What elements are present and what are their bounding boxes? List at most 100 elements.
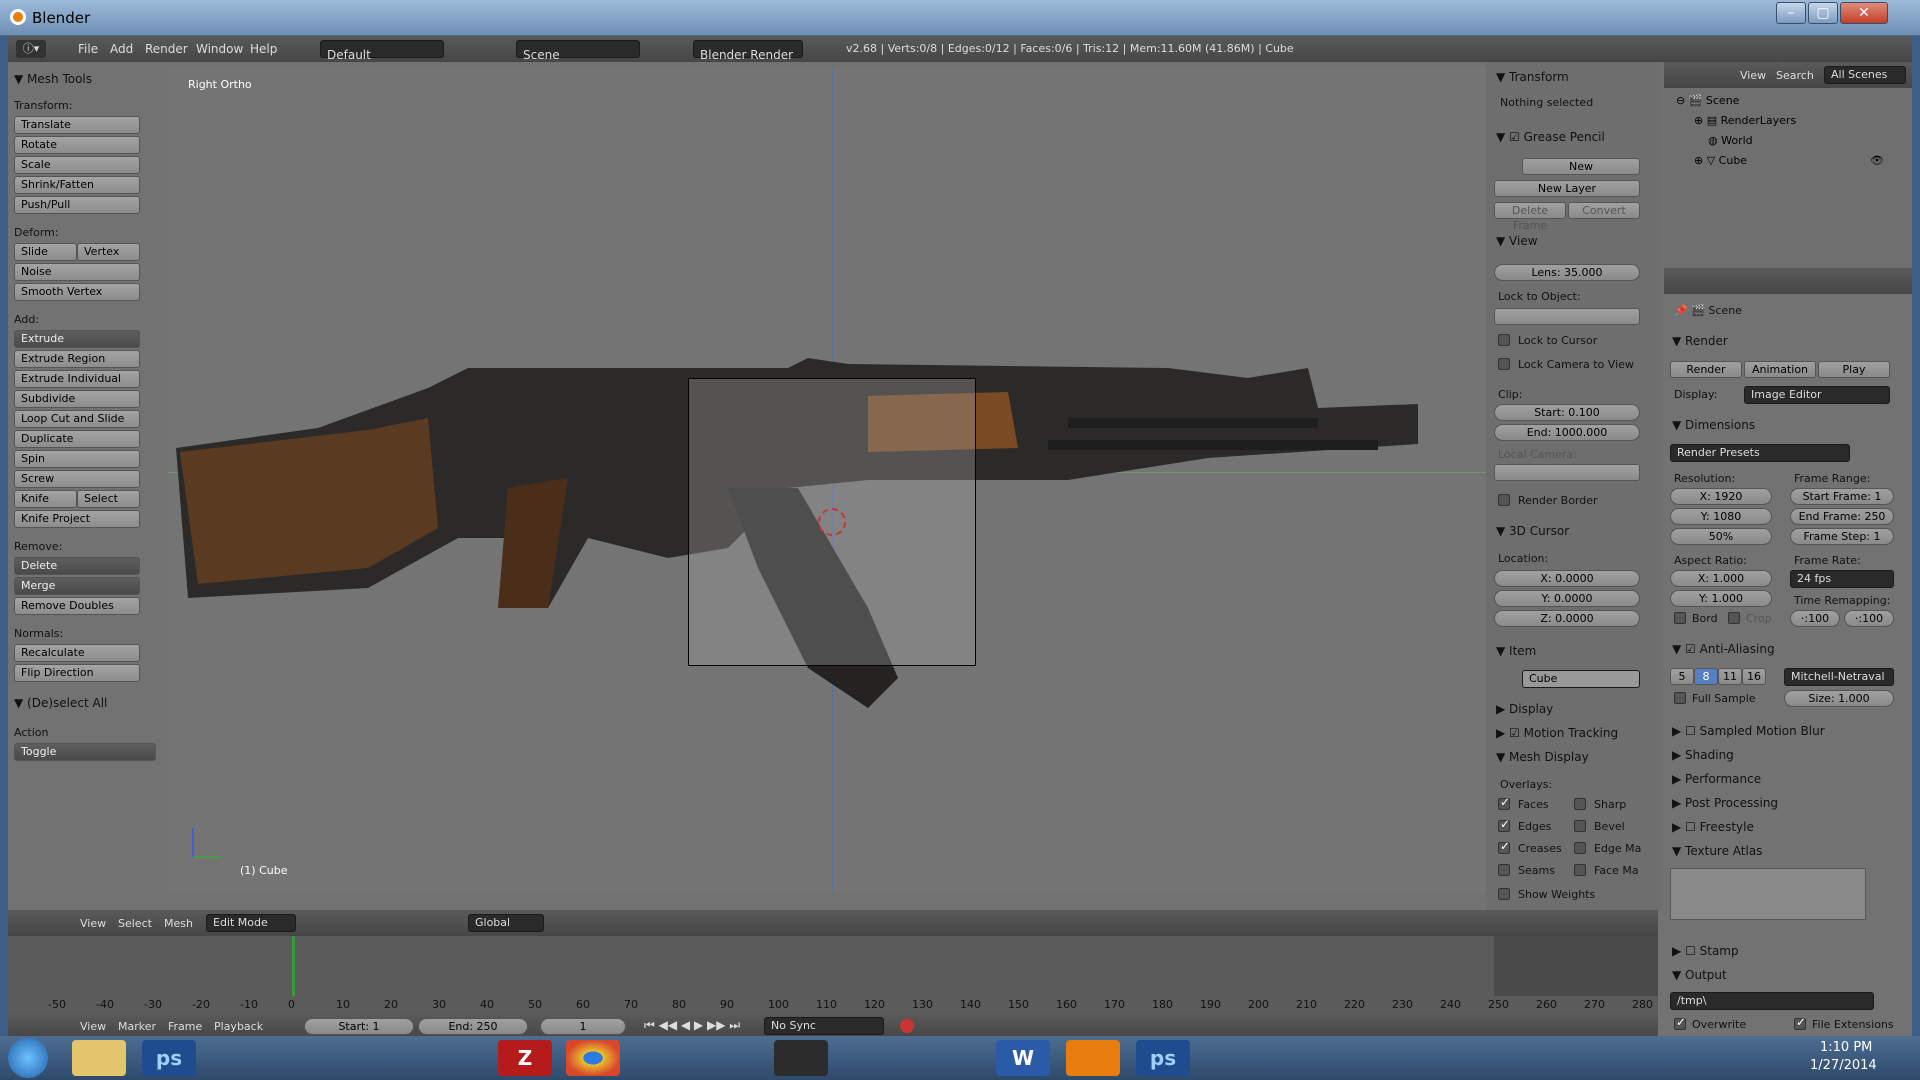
show-weights-checkbox[interactable] (1498, 888, 1510, 900)
mode-select[interactable]: Edit Mode (206, 914, 296, 932)
lens-field[interactable]: Lens: 35.000 (1494, 264, 1640, 281)
outliner-cube-row[interactable]: ⊕ ▽ Cube (1694, 154, 1747, 167)
mesh-menu[interactable]: Mesh (164, 917, 193, 930)
texture-atlas-header[interactable]: ▼ Texture Atlas (1672, 844, 1762, 858)
border-checkbox[interactable] (1674, 612, 1686, 624)
menu-add[interactable]: Add (110, 42, 133, 56)
display-select[interactable]: Image Editor (1744, 386, 1890, 404)
animation-button[interactable]: Animation (1744, 361, 1816, 378)
freestyle-header[interactable]: ▶ ☐ Freestyle (1672, 820, 1754, 834)
minimize-button[interactable]: – (1776, 2, 1806, 24)
smooth-vertex-button[interactable]: Smooth Vertex (14, 283, 140, 301)
photoshop-elements-icon[interactable]: ps (142, 1040, 196, 1076)
render-button[interactable]: Render (1670, 361, 1742, 378)
merge-menu[interactable]: Merge (14, 577, 140, 595)
explorer-icon[interactable] (72, 1040, 126, 1076)
delete-menu[interactable]: Delete (14, 557, 140, 575)
shading-header[interactable]: ▶ Shading (1672, 748, 1734, 762)
recalculate-button[interactable]: Recalculate (14, 644, 140, 662)
texture-atlas-list[interactable] (1670, 868, 1866, 920)
3d-viewport[interactable]: Right Ortho (1) Cube (168, 68, 1486, 892)
scale-button[interactable]: Scale (14, 156, 140, 174)
output-header[interactable]: ▼ Output (1672, 968, 1727, 982)
start-field[interactable]: Start: 1 (304, 1018, 414, 1035)
outliner-world-row[interactable]: ◍ World (1708, 134, 1753, 147)
menu-help[interactable]: Help (250, 42, 277, 56)
start-button-icon[interactable] (8, 1038, 48, 1078)
dimensions-header[interactable]: ▼ Dimensions (1672, 418, 1755, 432)
menu-file[interactable]: File (78, 42, 98, 56)
select-menu[interactable]: Select (118, 917, 152, 930)
creases-checkbox[interactable] (1498, 839, 1510, 854)
post-processing-header[interactable]: ▶ Post Processing (1672, 796, 1778, 810)
transform-panel-header[interactable]: ▼ Transform (1496, 70, 1569, 84)
outliner-scene-row[interactable]: ⊖ 🎬 Scene (1676, 94, 1739, 107)
end-frame-field[interactable]: End Frame: 250 (1790, 508, 1894, 525)
aa-11-button[interactable]: 11 (1718, 668, 1742, 685)
current-frame-field[interactable]: 1 (540, 1018, 626, 1035)
noise-button[interactable]: Noise (14, 263, 140, 281)
flip-direction-button[interactable]: Flip Direction (14, 664, 140, 682)
motion-tracking-header[interactable]: ▶ ☑ Motion Tracking (1496, 726, 1618, 740)
output-path-field[interactable]: /tmp\ (1670, 992, 1874, 1010)
spin-button[interactable]: Spin (14, 450, 140, 468)
aspect-y-field[interactable]: Y: 1.000 (1670, 590, 1772, 607)
faces-checkbox[interactable] (1498, 795, 1510, 810)
grease-pencil-header[interactable]: ▼ ☑ Grease Pencil (1496, 130, 1605, 144)
frame-step-field[interactable]: Frame Step: 1 (1790, 528, 1894, 545)
clip-end-field[interactable]: End: 1000.000 (1494, 424, 1640, 441)
marker-menu[interactable]: Marker (118, 1020, 156, 1033)
start-frame-field[interactable]: Start Frame: 1 (1790, 488, 1894, 505)
edge-marks-checkbox[interactable] (1574, 842, 1586, 854)
remap-new-field[interactable]: ·:100 (1844, 610, 1894, 627)
file-extensions-checkbox[interactable] (1794, 1015, 1806, 1030)
bevel-checkbox[interactable] (1574, 820, 1586, 832)
blender-taskbar-icon[interactable] (1066, 1040, 1120, 1076)
filezilla-icon[interactable]: Z (498, 1040, 552, 1076)
duplicate-button[interactable]: Duplicate (14, 430, 140, 448)
cursor-x-field[interactable]: X: 0.0000 (1494, 570, 1640, 587)
editor-type-icon[interactable]: ⓘ▾ (16, 40, 46, 58)
extrude-menu[interactable]: Extrude (14, 330, 140, 348)
knife-button[interactable]: Knife (14, 490, 77, 508)
render-border-checkbox[interactable] (1498, 494, 1510, 506)
new-layer-button[interactable]: New Layer (1494, 180, 1640, 197)
motion-blur-header[interactable]: ▶ ☐ Sampled Motion Blur (1672, 724, 1825, 738)
cursor-z-field[interactable]: Z: 0.0000 (1494, 610, 1640, 627)
mesh-display-header[interactable]: ▼ Mesh Display (1496, 750, 1589, 764)
slide-edge-button[interactable]: Slide Edge (14, 243, 77, 274)
crop-checkbox[interactable] (1728, 612, 1740, 624)
remap-old-field[interactable]: ·:100 (1790, 610, 1840, 627)
delete-frame-button[interactable]: Delete Frame (1494, 202, 1566, 232)
performance-header[interactable]: ▶ Performance (1672, 772, 1761, 786)
face-marks-checkbox[interactable] (1574, 864, 1586, 876)
loop-cut-button[interactable]: Loop Cut and Slide (14, 410, 140, 428)
play-button[interactable]: Play (1818, 361, 1890, 378)
outliner-search-menu[interactable]: Search (1776, 69, 1814, 82)
cursor-y-field[interactable]: Y: 0.0000 (1494, 590, 1640, 607)
outliner-display-select[interactable]: All Scenes (1824, 66, 1906, 84)
display-header[interactable]: ▶ Display (1496, 702, 1553, 716)
local-camera-field[interactable] (1494, 464, 1640, 481)
3d-cursor-icon[interactable] (818, 508, 846, 536)
layout-select[interactable]: Default (320, 40, 444, 62)
render-engine-select[interactable]: Blender Render (693, 40, 803, 62)
sync-select[interactable]: No Sync (764, 1017, 884, 1035)
extrude-individual-button[interactable]: Extrude Individual (14, 370, 140, 388)
word-icon[interactable]: W (996, 1040, 1050, 1076)
maximize-button[interactable]: ▢ (1808, 2, 1838, 24)
frame-menu[interactable]: Frame (168, 1020, 202, 1033)
item-name-field[interactable]: Cube (1522, 670, 1640, 688)
chrome-icon[interactable] (566, 1040, 620, 1076)
menu-window[interactable]: Window (196, 42, 243, 56)
full-sample-checkbox[interactable] (1674, 692, 1686, 704)
res-y-field[interactable]: Y: 1080 (1670, 508, 1772, 525)
aa-16-button[interactable]: 16 (1742, 668, 1766, 685)
aa-filter-select[interactable]: Mitchell-Netraval (1784, 668, 1894, 686)
rotate-button[interactable]: Rotate (14, 136, 140, 154)
convert-button[interactable]: Convert (1568, 202, 1640, 219)
view-menu[interactable]: View (80, 917, 106, 930)
stamp-header[interactable]: ▶ ☐ Stamp (1672, 944, 1739, 958)
lock-to-cursor-checkbox[interactable] (1498, 334, 1510, 346)
playback-controls[interactable]: ⏮ ◀◀ ◀ ▶ ▶▶ ⏭ (644, 1018, 740, 1033)
